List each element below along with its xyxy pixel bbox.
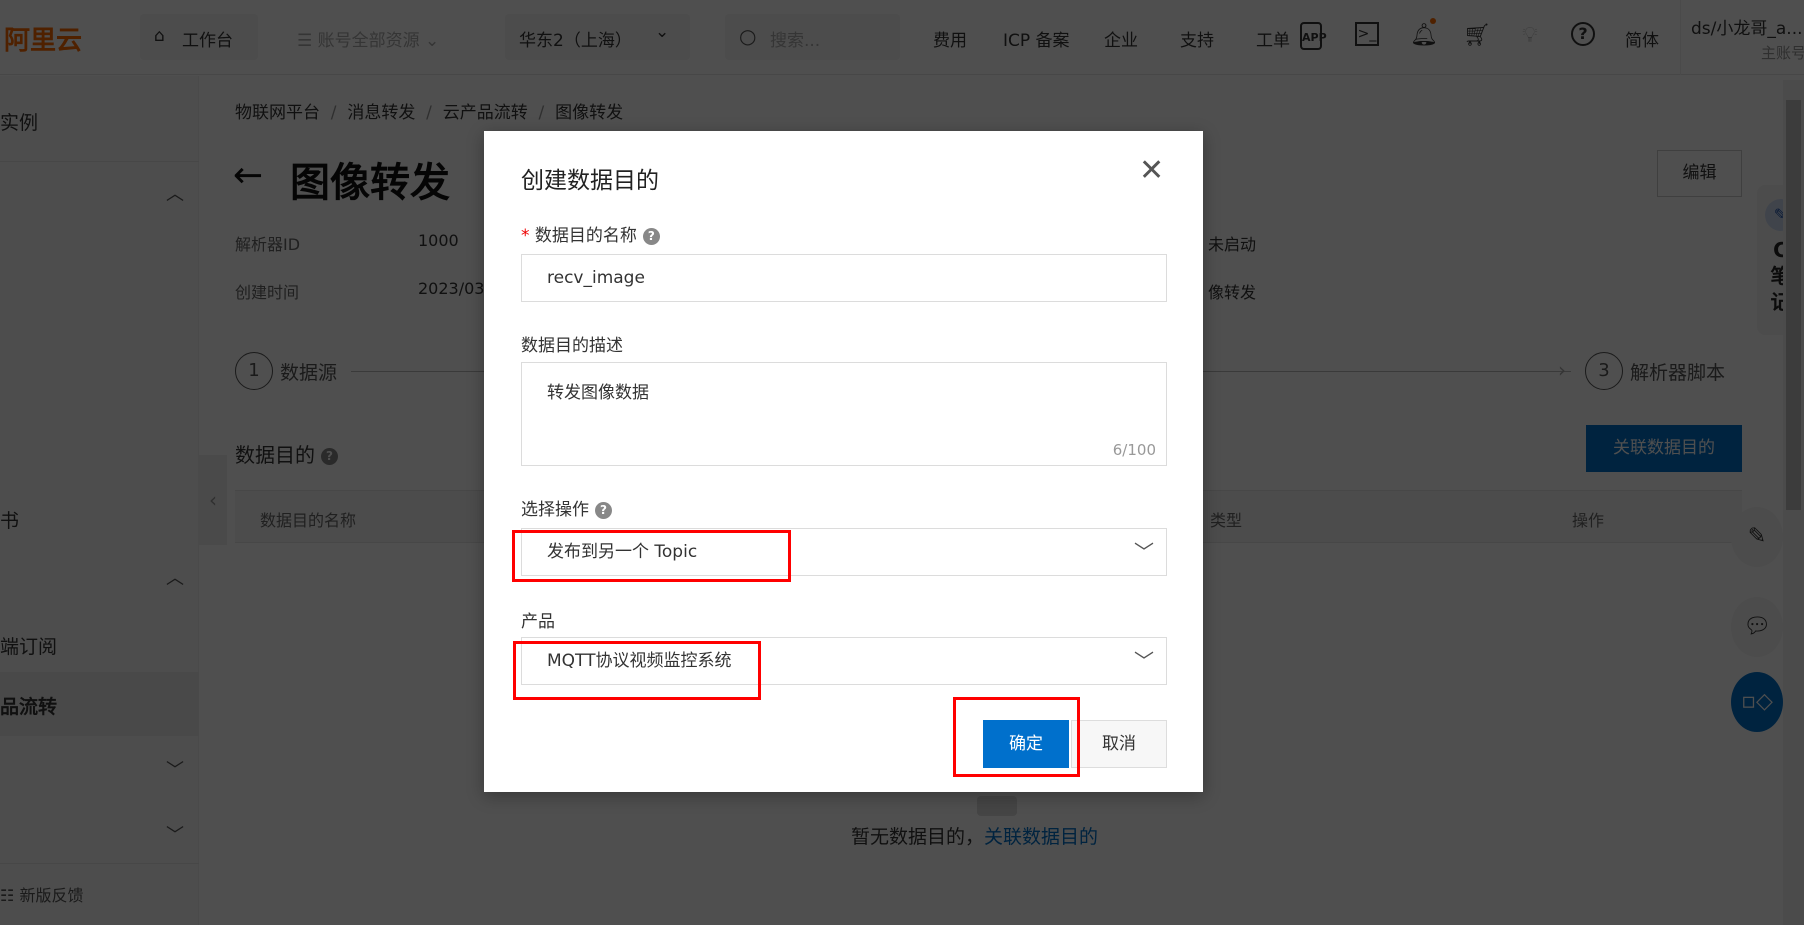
chat-icon: 💬︎ bbox=[1743, 614, 1771, 639]
workbench-label: 工作台 bbox=[182, 31, 233, 51]
workbench-button[interactable]: ⌂ 工作台 bbox=[140, 14, 258, 60]
empty-text: 暂无数据目的， bbox=[851, 826, 985, 848]
section-title: 数据目的? bbox=[235, 439, 338, 468]
breadcrumb-item[interactable]: 消息转发 bbox=[347, 103, 415, 123]
bulb-icon[interactable]: 💡︎ bbox=[1516, 22, 1544, 50]
empty-state-icon bbox=[977, 796, 1017, 816]
divider bbox=[0, 863, 199, 864]
associate-destination-button[interactable]: 关联数据目的 bbox=[1586, 425, 1742, 472]
highlight-box-confirm bbox=[953, 697, 1080, 777]
sidebar-item-instance[interactable]: 实例 bbox=[0, 108, 38, 135]
user-name: ds/小龙哥_a... bbox=[1691, 19, 1803, 39]
terminal-icon[interactable]: >_ bbox=[1355, 22, 1379, 46]
account-type: 主账号 bbox=[1761, 44, 1804, 62]
help-icon[interactable]: ? bbox=[642, 227, 660, 245]
pencil-icon: ✎ bbox=[1747, 524, 1767, 549]
scrollbar[interactable] bbox=[1783, 80, 1804, 925]
chevron-down-icon[interactable]: ﹀ bbox=[166, 756, 184, 782]
column-header: 类型 bbox=[1210, 511, 1243, 530]
top-nav-bar: 阿里云 ⌂ 工作台 ☰ 账号全部资源 ⌄ 华东2（上海） ⌄ ○ 搜索... 费… bbox=[0, 0, 1804, 75]
cart-icon[interactable]: 🛒︎ bbox=[1463, 22, 1491, 50]
aliyun-logo[interactable]: 阿里云 bbox=[4, 20, 82, 57]
notification-dot bbox=[1430, 18, 1436, 24]
breadcrumb: 物联网平台 / 消息转发 / 云产品流转 / 图像转发 bbox=[235, 103, 624, 123]
created-value: 2023/03 bbox=[418, 279, 485, 298]
sidebar-item-selected[interactable]: 品流转 bbox=[0, 672, 199, 736]
breadcrumb-item[interactable]: 云产品流转 bbox=[443, 103, 528, 123]
chevron-up-icon[interactable]: ︿ bbox=[166, 564, 184, 590]
page-title: 图像转发 bbox=[290, 160, 450, 206]
divider bbox=[0, 161, 199, 162]
user-menu[interactable]: ds/小龙哥_a... 主账号 bbox=[1680, 0, 1804, 75]
bell-icon[interactable]: 🔔︎ bbox=[1410, 22, 1438, 50]
nav-support[interactable]: 支持 bbox=[1180, 26, 1214, 51]
home-icon: ⌂ bbox=[154, 26, 165, 46]
empty-state: 暂无数据目的，关联数据目的 bbox=[851, 822, 1098, 849]
destination-name-input[interactable]: recv_image bbox=[521, 254, 1167, 302]
column-header: 数据目的名称 bbox=[260, 511, 357, 530]
search-icon: ○ bbox=[739, 24, 757, 48]
close-icon[interactable]: ✕ bbox=[1139, 153, 1164, 188]
help-icon[interactable]: ? bbox=[1571, 22, 1595, 46]
nav-fees[interactable]: 费用 bbox=[933, 26, 967, 51]
parser-id-label: 解析器ID bbox=[235, 235, 301, 254]
step-label: 数据源 bbox=[280, 362, 338, 384]
sidebar-collapse-handle[interactable]: ‹ bbox=[199, 455, 227, 545]
description-textarea[interactable]: 转发图像数据 6/100 bbox=[521, 362, 1167, 466]
search-placeholder: 搜索... bbox=[770, 31, 821, 51]
char-counter: 6/100 bbox=[1112, 441, 1156, 459]
parser-id-value: 1000 bbox=[418, 231, 459, 250]
chevron-down-icon[interactable]: ﹀ bbox=[166, 821, 184, 847]
step-label: 解析器脚本 bbox=[1630, 362, 1726, 384]
nav-tickets[interactable]: 工单 bbox=[1256, 26, 1290, 51]
created-label: 创建时间 bbox=[235, 283, 300, 302]
resources-dropdown[interactable]: ☰ 账号全部资源 ⌄ bbox=[297, 26, 439, 51]
region-label: 华东2（上海） bbox=[519, 31, 632, 51]
status-value: 未启动 bbox=[1208, 235, 1257, 254]
chevron-down-icon: ﹀ bbox=[1134, 540, 1154, 564]
help-icon[interactable]: ? bbox=[321, 448, 338, 465]
apps-fab[interactable]: ▫◇ bbox=[1731, 672, 1783, 732]
app-icon[interactable]: APP bbox=[1300, 22, 1327, 50]
highlight-box-operation bbox=[512, 530, 791, 582]
sidebar-item-subscription[interactable]: 端订阅 bbox=[0, 632, 57, 659]
chevron-right-icon: › bbox=[1558, 358, 1566, 382]
description-text: 转发图像数据 bbox=[547, 383, 649, 403]
chevron-down-icon: ﹀ bbox=[1134, 649, 1154, 673]
chevron-up-icon[interactable]: ︿ bbox=[166, 180, 184, 206]
apps-grid-icon: ▫◇ bbox=[1741, 689, 1773, 714]
language-switch[interactable]: 简体 bbox=[1625, 26, 1659, 51]
feedback-link[interactable]: ☷ 新版反馈 bbox=[0, 882, 83, 906]
nav-icp[interactable]: ICP 备案 bbox=[1003, 26, 1070, 51]
dialog-title: 创建数据目的 bbox=[521, 168, 659, 194]
nav-enterprise[interactable]: 企业 bbox=[1104, 26, 1138, 51]
description-value: 像转发 bbox=[1208, 283, 1257, 302]
edit-fab[interactable]: ✎ bbox=[1731, 507, 1783, 567]
sidebar: 实例 ︿ 书 ︿ 端订阅 品流转 ﹀ ﹀ ☷ 新版反馈 bbox=[0, 76, 199, 925]
name-label: * 数据目的名称? bbox=[521, 221, 660, 246]
breadcrumb-item: 图像转发 bbox=[555, 103, 624, 123]
back-arrow-icon[interactable]: ← bbox=[233, 155, 263, 196]
sidebar-item-book[interactable]: 书 bbox=[0, 506, 19, 533]
scrollbar-thumb[interactable] bbox=[1786, 100, 1801, 510]
edit-button[interactable]: 编辑 bbox=[1657, 150, 1742, 197]
column-header: 操作 bbox=[1572, 511, 1605, 530]
chat-fab[interactable]: 💬︎ bbox=[1731, 597, 1783, 657]
highlight-box-product bbox=[513, 641, 761, 700]
cancel-button[interactable]: 取消 bbox=[1071, 720, 1167, 768]
step-number: 1 bbox=[235, 352, 273, 390]
breadcrumb-item[interactable]: 物联网平台 bbox=[235, 103, 320, 123]
step-number: 3 bbox=[1585, 352, 1623, 390]
product-label: 产品 bbox=[521, 612, 555, 632]
chevron-down-icon: ⌄ bbox=[655, 22, 670, 42]
description-label: 数据目的描述 bbox=[521, 336, 623, 356]
operation-label: 选择操作? bbox=[521, 495, 612, 520]
associate-destination-link[interactable]: 关联数据目的 bbox=[984, 826, 1098, 848]
search-input[interactable]: ○ 搜索... bbox=[725, 14, 900, 60]
sidebar-item-label: 品流转 bbox=[0, 696, 58, 718]
region-dropdown[interactable]: 华东2（上海） ⌄ bbox=[505, 14, 690, 60]
help-icon[interactable]: ? bbox=[595, 501, 612, 519]
